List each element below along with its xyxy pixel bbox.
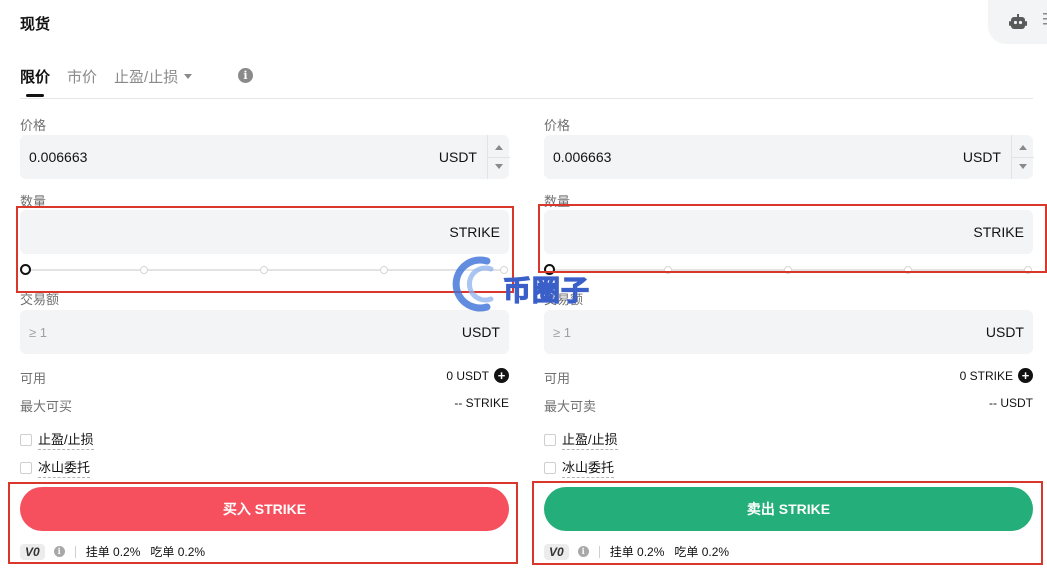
fee-info: V0 i 挂单 0.2% 吃单 0.2%: [544, 543, 739, 560]
stepper-down-icon[interactable]: [1019, 164, 1027, 169]
available-value: 0 USDT: [446, 368, 489, 383]
sell-quantity-input[interactable]: STRIKE: [544, 210, 1033, 254]
sell-panel: 价格 0.006663 USDT 数量 STRIKE 交易额 ≥ 1 USDT …: [544, 0, 1034, 568]
checkbox-icon[interactable]: [544, 461, 556, 474]
max-buy-label: 最大可买: [20, 399, 73, 414]
price-label: 价格: [544, 118, 571, 133]
available-value: 0 STRIKE: [959, 368, 1013, 383]
tpsl-checkbox[interactable]: 止盈/止损: [20, 429, 94, 450]
stepper-up-icon[interactable]: [1019, 145, 1027, 150]
price-unit: USDT: [438, 149, 477, 165]
max-sell-value: -- USDT: [989, 396, 1033, 410]
checkbox-icon[interactable]: [20, 433, 32, 446]
sell-button[interactable]: 卖出 STRIKE: [544, 487, 1033, 531]
slider-node-75[interactable]: [380, 266, 388, 274]
sell-price-input[interactable]: 0.006663 USDT: [544, 135, 1034, 179]
slider-node-25[interactable]: [664, 266, 672, 274]
available-label: 可用: [544, 371, 571, 386]
stepper-up-icon[interactable]: [495, 145, 503, 150]
buy-panel: 价格 0.006663 USDT 数量 STRIKE 交易额 ≥ 1 USDT …: [20, 0, 510, 568]
checkbox-icon[interactable]: [20, 461, 32, 474]
price-unit: USDT: [962, 149, 1001, 165]
buy-button[interactable]: 买入 STRIKE: [20, 487, 509, 531]
buy-total-input[interactable]: ≥ 1 USDT: [20, 310, 509, 354]
sell-percent-slider[interactable]: [544, 263, 1033, 277]
more-icon[interactable]: [1043, 12, 1047, 26]
price-stepper[interactable]: [487, 135, 510, 179]
slider-handle[interactable]: [20, 264, 31, 275]
buy-price-input[interactable]: 0.006663 USDT: [20, 135, 510, 179]
slider-node-25[interactable]: [140, 266, 148, 274]
quantity-unit: STRIKE: [449, 224, 500, 240]
price-value: 0.006663: [29, 149, 88, 165]
taker-fee: 吃单 0.2%: [674, 545, 730, 559]
sell-total-input[interactable]: ≥ 1 USDT: [544, 310, 1033, 354]
quantity-label: 数量: [544, 194, 571, 209]
total-placeholder: ≥ 1: [29, 325, 47, 340]
price-value: 0.006663: [553, 149, 612, 165]
total-placeholder: ≥ 1: [553, 325, 571, 340]
total-label: 交易额: [544, 292, 584, 307]
deposit-plus-icon[interactable]: +: [494, 368, 509, 383]
slider-handle[interactable]: [544, 264, 555, 275]
slider-node-50[interactable]: [784, 266, 792, 274]
quantity-label: 数量: [20, 194, 47, 209]
maker-fee: 挂单 0.2%: [85, 545, 141, 559]
max-buy-value: -- STRIKE: [454, 396, 509, 410]
checkbox-icon[interactable]: [544, 433, 556, 446]
fee-info: V0 i 挂单 0.2% 吃单 0.2%: [20, 543, 215, 560]
iceberg-checkbox[interactable]: 冰山委托: [20, 457, 91, 478]
quantity-unit: STRIKE: [973, 224, 1024, 240]
taker-fee: 吃单 0.2%: [150, 545, 206, 559]
slider-node-75[interactable]: [904, 266, 912, 274]
slider-node-100[interactable]: [1024, 266, 1032, 274]
total-unit: USDT: [461, 324, 500, 340]
buy-percent-slider[interactable]: [20, 263, 509, 277]
buy-quantity-input[interactable]: STRIKE: [20, 210, 509, 254]
available-label: 可用: [20, 371, 47, 386]
maker-fee: 挂单 0.2%: [609, 545, 665, 559]
max-sell-label: 最大可卖: [544, 399, 597, 414]
deposit-plus-icon[interactable]: +: [1018, 368, 1033, 383]
total-unit: USDT: [985, 324, 1024, 340]
slider-node-100[interactable]: [500, 266, 508, 274]
price-label: 价格: [20, 118, 47, 133]
iceberg-checkbox[interactable]: 冰山委托: [544, 457, 615, 478]
fee-info-icon[interactable]: i: [577, 546, 589, 557]
tpsl-checkbox[interactable]: 止盈/止损: [544, 429, 618, 450]
total-label: 交易额: [20, 292, 60, 307]
vip-badge: V0: [544, 543, 569, 560]
vip-badge: V0: [20, 543, 45, 560]
fee-info-icon[interactable]: i: [53, 546, 65, 557]
price-stepper[interactable]: [1011, 135, 1034, 179]
slider-node-50[interactable]: [260, 266, 268, 274]
stepper-down-icon[interactable]: [495, 164, 503, 169]
